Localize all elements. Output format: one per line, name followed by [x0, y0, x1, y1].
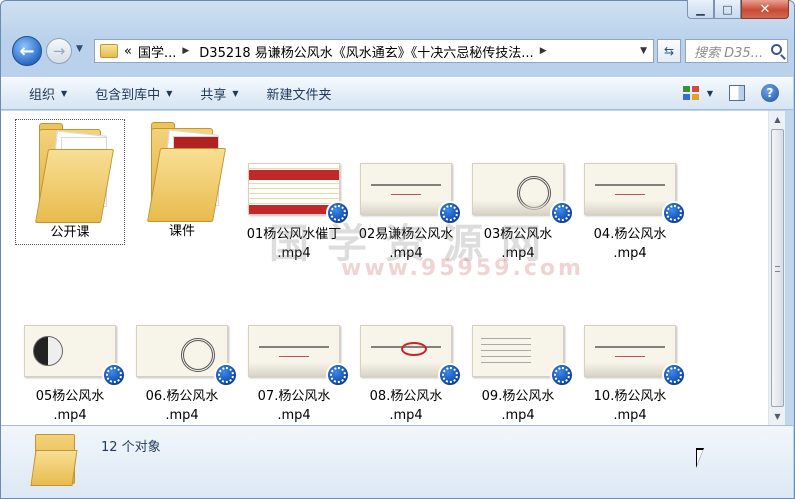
media-player-icon [550, 363, 574, 387]
folder-item[interactable]: 公开课 [15, 119, 125, 245]
media-player-icon [438, 363, 462, 387]
scroll-up-icon[interactable]: ▲ [769, 111, 786, 128]
window-border [785, 111, 794, 425]
video-file-item[interactable]: 09.杨公风水 .mp4 [463, 281, 574, 425]
item-label: 公开课 [50, 225, 90, 240]
chevron-down-icon[interactable]: ▼ [707, 89, 713, 98]
back-button[interactable]: ← [12, 36, 42, 66]
preview-pane-icon[interactable] [729, 85, 745, 101]
video-file-item[interactable]: 07.杨公风水 .mp4 [239, 281, 350, 425]
media-player-icon [326, 363, 350, 387]
forward-button[interactable]: → [46, 38, 72, 64]
share-menu[interactable]: 共享 ▼ [200, 84, 238, 103]
video-file-item[interactable]: 05杨公风水 .mp4 [15, 281, 126, 425]
media-player-icon [662, 201, 686, 225]
vertical-scrollbar[interactable]: ▲ ▼ [768, 111, 785, 425]
folder-icon [31, 123, 115, 223]
toolbar-right: ▼ ? [682, 84, 779, 102]
share-label: 共享 [200, 88, 227, 103]
search-input[interactable]: 搜索 D35... [685, 39, 788, 63]
media-player-icon [662, 363, 686, 387]
folder-icon [143, 122, 227, 222]
recent-pages-dropdown[interactable]: ▼ [76, 44, 83, 54]
chevron-right-icon[interactable]: ▶ [182, 46, 189, 56]
media-player-icon [214, 363, 238, 387]
include-in-library-label: 包含到库中 [95, 88, 161, 103]
folder-item[interactable]: 课件 [127, 119, 237, 241]
forward-arrow-icon: → [52, 42, 66, 60]
item-label: 06.杨公风水 .mp4 [145, 389, 219, 423]
watermark-url: www.95959.com [341, 256, 584, 281]
organize-menu[interactable]: 组织 ▼ [29, 84, 67, 103]
breadcrumb: « 国学... ▶ D35218 易谦杨公风水《风水通玄》《十决六忌秘传技法..… [124, 42, 557, 61]
item-label: 07.杨公风水 .mp4 [257, 389, 331, 423]
change-view-icon[interactable] [682, 86, 699, 100]
chevron-down-icon[interactable]: ▼ [640, 46, 647, 56]
item-label: 课件 [168, 224, 195, 239]
scroll-down-icon[interactable]: ▼ [769, 408, 786, 425]
new-folder-label: 新建文件夹 [266, 88, 332, 103]
include-in-library-menu[interactable]: 包含到库中 ▼ [95, 84, 172, 103]
video-file-item[interactable]: 04.杨公风水 .mp4 [575, 119, 686, 263]
breadcrumb-item-current[interactable]: D35218 易谦杨公风水《风水通玄》《十决六忌秘传技法... [199, 42, 533, 61]
video-file-item[interactable]: 08.杨公风水 .mp4 [351, 281, 462, 425]
back-arrow-icon: ← [19, 40, 35, 62]
chevron-down-icon: ▼ [61, 89, 68, 98]
address-bar[interactable]: « 国学... ▶ D35218 易谦杨公风水《风水通玄》《十决六忌秘传技法..… [94, 39, 654, 63]
item-label: 08.杨公风水 .mp4 [369, 389, 443, 423]
search-placeholder: 搜索 D35... [694, 45, 764, 61]
close-button[interactable]: ✕ [741, 0, 789, 19]
scrollbar-thumb[interactable] [771, 129, 784, 407]
mouse-cursor-icon [696, 448, 704, 468]
item-label: 09.杨公风水 .mp4 [481, 389, 555, 423]
help-icon[interactable]: ? [761, 84, 779, 102]
window-controls: ▁ □ ✕ [687, 0, 789, 19]
item-count: 12 个对象 [101, 440, 161, 455]
refresh-button[interactable]: ⇆ [657, 39, 681, 63]
file-list: 公开课 课件 01杨公风水催丁 .mp4 02易谦杨公风水 .mp4 03杨公风… [1, 111, 768, 425]
breadcrumb-item-guoxue[interactable]: 国学... [138, 42, 176, 61]
details-pane: 12 个对象 [1, 425, 793, 498]
video-file-item[interactable]: 06.杨公风水 .mp4 [127, 281, 238, 425]
item-label: 10.杨公风水 .mp4 [593, 389, 667, 423]
video-file-item[interactable]: 10.杨公风水 .mp4 [575, 281, 686, 425]
chevron-down-icon: ▼ [232, 89, 239, 98]
refresh-icon: ⇆ [663, 44, 675, 58]
minimize-button[interactable]: ▁ [687, 0, 714, 19]
item-label: 05杨公风水 .mp4 [35, 389, 105, 423]
maximize-button[interactable]: □ [714, 0, 741, 19]
navigation-bar: ← → ▼ « 国学... ▶ D35218 易谦杨公风水《风水通玄》《十决六忌… [8, 34, 788, 68]
folder-icon [100, 44, 118, 58]
media-player-icon [102, 363, 126, 387]
search-icon [771, 44, 782, 55]
command-bar: 组织 ▼ 包含到库中 ▼ 共享 ▼ 新建文件夹 ▼ ? [1, 77, 793, 110]
organize-label: 组织 [29, 88, 56, 103]
breadcrumb-overflow[interactable]: « [124, 44, 132, 59]
new-folder-button[interactable]: 新建文件夹 [267, 84, 332, 103]
chevron-down-icon: ▼ [166, 89, 173, 98]
item-label: 04.杨公风水 .mp4 [593, 227, 667, 261]
folder-icon [30, 434, 78, 486]
chevron-right-icon[interactable]: ▶ [540, 46, 547, 56]
